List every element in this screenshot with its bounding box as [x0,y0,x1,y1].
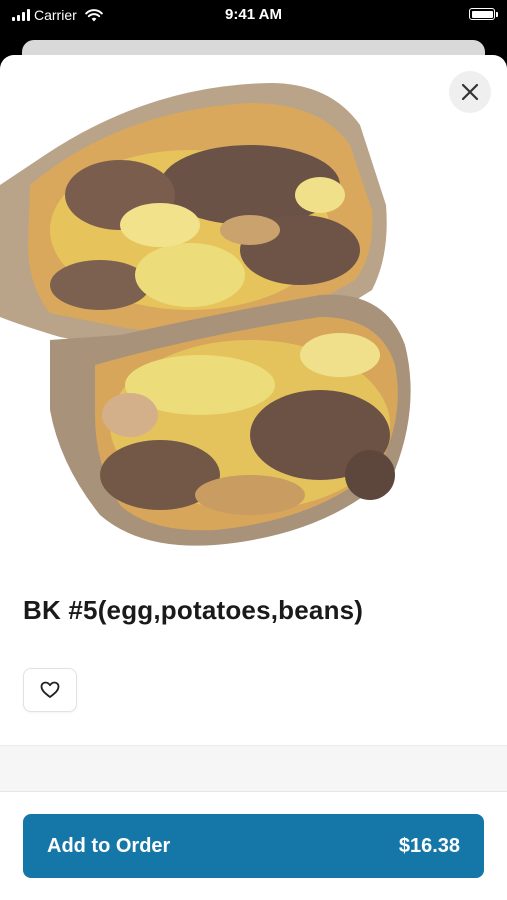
status-time: 9:41 AM [225,6,282,23]
item-title: BK #5(egg,potatoes,beans) [23,595,364,625]
status-bar: Carrier 9:41 AM [0,0,507,34]
price-label: $16.38 [398,834,460,857]
heart-icon [40,681,60,698]
battery-icon [469,8,498,20]
close-icon [461,83,479,101]
item-photo [0,83,411,546]
add-to-order-button[interactable]: Add to Order $16.38 [23,814,484,878]
item-detail-sheet: BK #5(egg,potatoes,beans) Add to Order $… [0,55,507,900]
section-divider [0,745,507,792]
favorite-button[interactable] [23,668,77,712]
close-button[interactable] [449,71,491,113]
add-to-order-label: Add to Order [47,834,171,857]
bottom-action-bar: Add to Order $16.38 [0,791,507,900]
